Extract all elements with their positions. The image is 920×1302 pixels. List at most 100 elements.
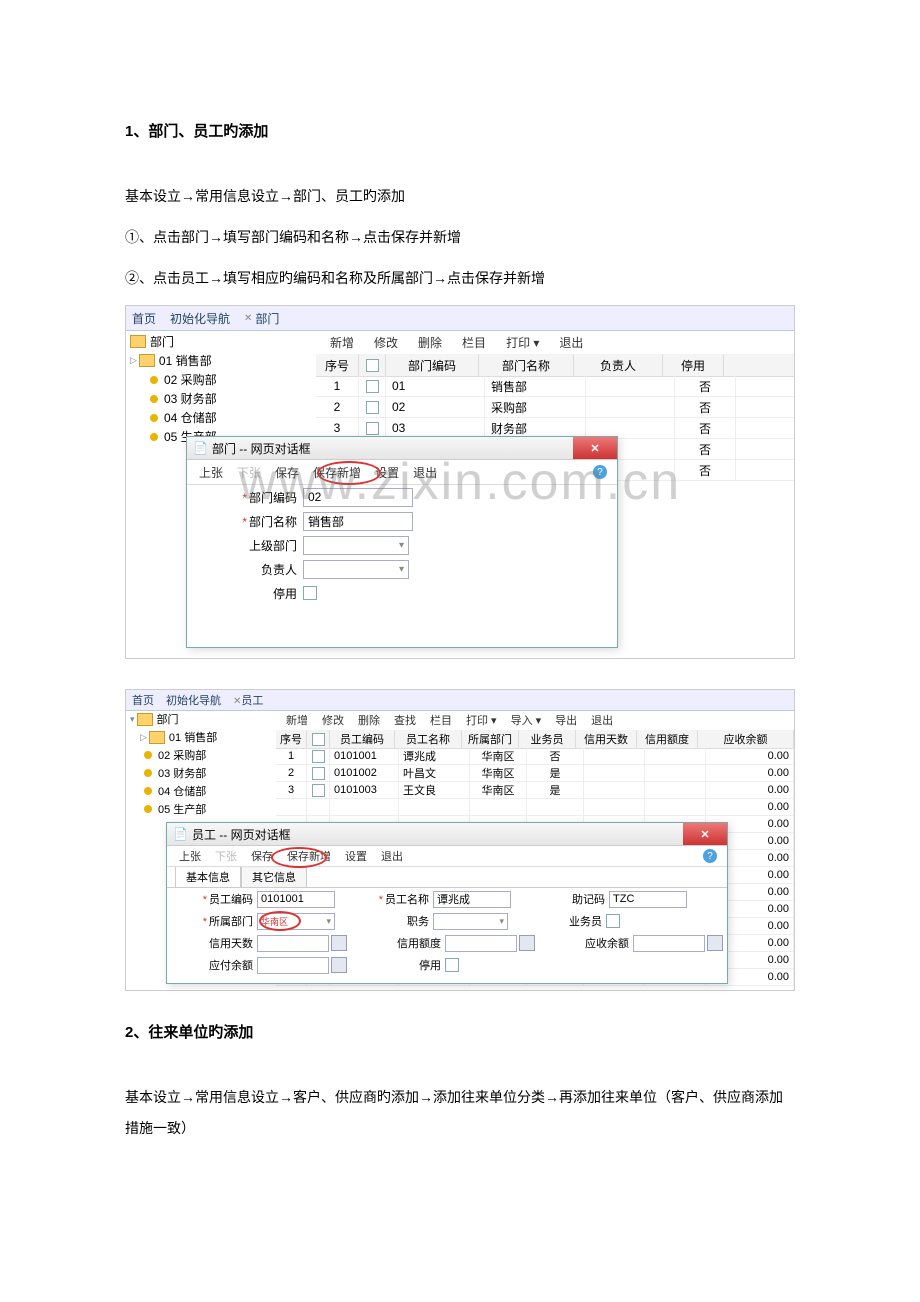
lbl-mnemonic: 助记码 [539,891,605,907]
col-check [307,730,330,748]
btn-exit[interactable]: 退出 [413,464,437,481]
tab-department[interactable]: ✕部门 [244,310,279,327]
tab-home[interactable]: 首页 [132,692,154,708]
btn-edit[interactable]: 修改 [374,334,398,351]
btn-columns[interactable]: 栏目 [430,712,452,728]
input-receivable[interactable] [633,935,705,952]
btn-print[interactable]: 打印 ▾ [466,712,497,728]
table-row[interactable]: 0.00 [276,799,794,816]
col-credit-amount: 信用额度 [637,730,698,748]
btn-settings[interactable]: 设置 [375,464,399,481]
btn-exit[interactable]: 退出 [559,334,583,351]
tree-root[interactable]: 部门 [126,332,316,351]
subtab-other[interactable]: 其它信息 [241,866,307,887]
btn-save-new[interactable]: 保存新增 [313,464,361,481]
input-payable[interactable] [257,957,329,974]
btn-edit[interactable]: 修改 [322,712,344,728]
dot-icon [150,433,158,441]
table-row[interactable]: 101销售部否 [316,376,794,397]
checkbox-stop[interactable] [445,958,459,972]
dialog-close-button[interactable]: ✕ [573,437,617,459]
col-emp-code: 员工编码 [330,730,395,748]
btn-print[interactable]: 打印 ▾ [506,334,539,351]
btn-export[interactable]: 导出 [555,712,577,728]
calc-icon[interactable] [707,935,723,951]
combo-manager[interactable]: ▾ [303,560,409,579]
checkbox-icon[interactable] [366,359,379,372]
tree-node-02[interactable]: 02 采购部 [126,370,316,389]
col-check [359,354,386,376]
tree-root[interactable]: ▾部门 [126,710,276,728]
help-icon[interactable]: ? [593,465,607,479]
btn-columns[interactable]: 栏目 [462,334,486,351]
btn-exit[interactable]: 退出 [591,712,613,728]
lbl-duty: 职务 [363,913,429,929]
btn-exit[interactable]: 退出 [381,848,403,864]
dot-icon [144,769,152,777]
lbl-manager: 负责人 [217,561,297,578]
lbl-dept-code: *部门编码 [217,489,297,506]
folder-icon [130,335,146,348]
tree-node-02[interactable]: 02 采购部 [126,746,276,764]
calc-icon[interactable] [331,957,347,973]
dialog-title: 部门 -- 网页对话框 [212,440,311,457]
input-mnemonic[interactable] [609,891,687,908]
btn-prev[interactable]: 上张 [199,464,223,481]
input-credit-days[interactable] [257,935,329,952]
screenshot-department: 首页 初始化导航 ✕部门 部门 ▷01 销售部 02 采购部 03 财务部 04… [125,305,795,659]
input-dept-name[interactable] [303,512,413,531]
btn-import[interactable]: 导入 ▾ [511,712,542,728]
input-emp-name[interactable] [433,891,511,908]
department-tree: 部门 ▷01 销售部 02 采购部 03 财务部 04 仓储部 05 生产部 [126,330,316,448]
tab-init-nav[interactable]: 初始化导航 [166,692,221,708]
combo-dept[interactable]: 华南区▾ [257,913,335,930]
input-dept-code[interactable] [303,488,413,507]
btn-save-new[interactable]: 保存新增 [287,848,331,864]
btn-prev[interactable]: 上张 [179,848,201,864]
input-credit-amount[interactable] [445,935,517,952]
calc-icon[interactable] [519,935,535,951]
checkbox-salesman[interactable] [606,914,620,928]
tree-node-04[interactable]: 04 仓储部 [126,408,316,427]
table-row[interactable]: 20101002叶昌文华南区是0.00 [276,765,794,782]
btn-save[interactable]: 保存 [251,848,273,864]
tree-node-05[interactable]: 05 生产部 [126,800,276,818]
btn-new[interactable]: 新增 [286,712,308,728]
tab-bar: 首页 初始化导航 ✕部门 [126,306,794,331]
col-stop: 停用 [663,354,724,376]
help-icon[interactable]: ? [703,849,717,863]
lbl-emp-name: *员工名称 [363,891,429,907]
dialog-close-button[interactable]: ✕ [683,823,727,845]
combo-duty[interactable]: ▾ [433,913,508,930]
tab-home[interactable]: 首页 [132,310,156,327]
tree-node-01[interactable]: ▷01 销售部 [126,728,276,746]
btn-find[interactable]: 查找 [394,712,416,728]
subtab-basic[interactable]: 基本信息 [175,866,241,887]
input-emp-code[interactable] [257,891,335,908]
table-row[interactable]: 30101003王文良华南区是0.00 [276,782,794,799]
checkbox-icon[interactable] [312,733,325,746]
tab-employee[interactable]: ✕员工 [233,692,263,708]
combo-parent-dept[interactable]: ▾ [303,536,409,555]
col-salesman: 业务员 [519,730,576,748]
tree-node-01[interactable]: ▷01 销售部 [126,351,316,370]
table-row[interactable]: 10101001谭兆成华南区否0.00 [276,748,794,765]
btn-delete[interactable]: 删除 [418,334,442,351]
tree-node-04[interactable]: 04 仓储部 [126,782,276,800]
page-icon: 📄 [193,441,208,455]
page-icon: 📄 [173,827,188,841]
dialog-title: 员工 -- 网页对话框 [192,826,291,843]
tab-init-nav[interactable]: 初始化导航 [170,310,230,327]
tree-node-03[interactable]: 03 财务部 [126,389,316,408]
tree-node-03[interactable]: 03 财务部 [126,764,276,782]
calc-icon[interactable] [331,935,347,951]
btn-new[interactable]: 新增 [330,334,354,351]
btn-settings[interactable]: 设置 [345,848,367,864]
close-icon[interactable]: ✕ [244,313,252,324]
lbl-dept: *所属部门 [187,913,253,929]
checkbox-stop[interactable] [303,586,317,600]
btn-save[interactable]: 保存 [275,464,299,481]
dot-icon [144,751,152,759]
btn-delete[interactable]: 删除 [358,712,380,728]
table-row[interactable]: 202采购部否 [316,397,794,418]
